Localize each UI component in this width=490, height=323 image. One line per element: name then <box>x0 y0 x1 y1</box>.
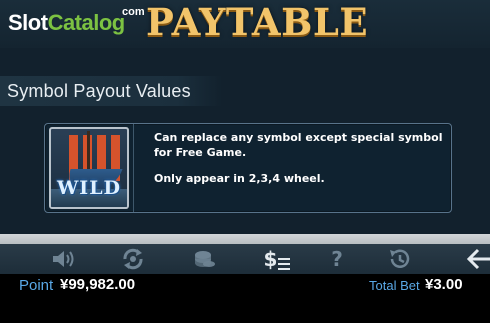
panel-separator <box>0 234 490 244</box>
sound-icon[interactable] <box>48 247 78 271</box>
paytable-icon[interactable]: $ <box>262 247 292 271</box>
point-value: ¥99,982.00 <box>60 276 136 293</box>
paytable-content: Symbol Payout Values WILD Can replace an… <box>0 48 490 234</box>
bottom-toolbar: $ ? <box>0 244 490 274</box>
status-bar: Point ¥99,982.00 Total Bet ¥3.00 <box>0 274 490 323</box>
history-icon[interactable] <box>384 247 414 271</box>
watermark-part1: Slot <box>8 10 48 35</box>
watermark-part2: Catalog <box>47 10 126 35</box>
help-glyph: ? <box>331 247 343 271</box>
paytable-glyph: $ <box>263 247 278 271</box>
wild-symbol-image: WILD <box>49 127 129 209</box>
total-bet-value: ¥3.00 <box>425 276 463 293</box>
slotcatalog-watermark: SlotCatalog <box>8 10 125 36</box>
total-bet-label: Total Bet <box>369 278 420 293</box>
wild-symbol-label: WILD <box>56 177 122 199</box>
card-divider <box>133 124 134 212</box>
header-bar: SlotCatalog com PAYTABLE <box>0 0 490 48</box>
coins-icon[interactable] <box>190 247 220 271</box>
symbol-card: WILD Can replace any symbol except speci… <box>44 123 452 213</box>
description-line-2: Only appear in 2,3,4 wheel. <box>154 172 325 185</box>
point-label: Point <box>19 277 54 294</box>
watermark-suffix: com <box>122 6 145 18</box>
back-arrow-icon[interactable] <box>466 247 490 271</box>
page-title: PAYTABLE <box>146 0 369 44</box>
autoplay-icon[interactable] <box>118 247 148 271</box>
symbol-description: Can replace any symbol except special sy… <box>154 130 444 186</box>
description-line-1: Can replace any symbol except special sy… <box>154 131 443 159</box>
section-title: Symbol Payout Values <box>7 81 191 101</box>
help-icon[interactable]: ? <box>322 247 352 271</box>
